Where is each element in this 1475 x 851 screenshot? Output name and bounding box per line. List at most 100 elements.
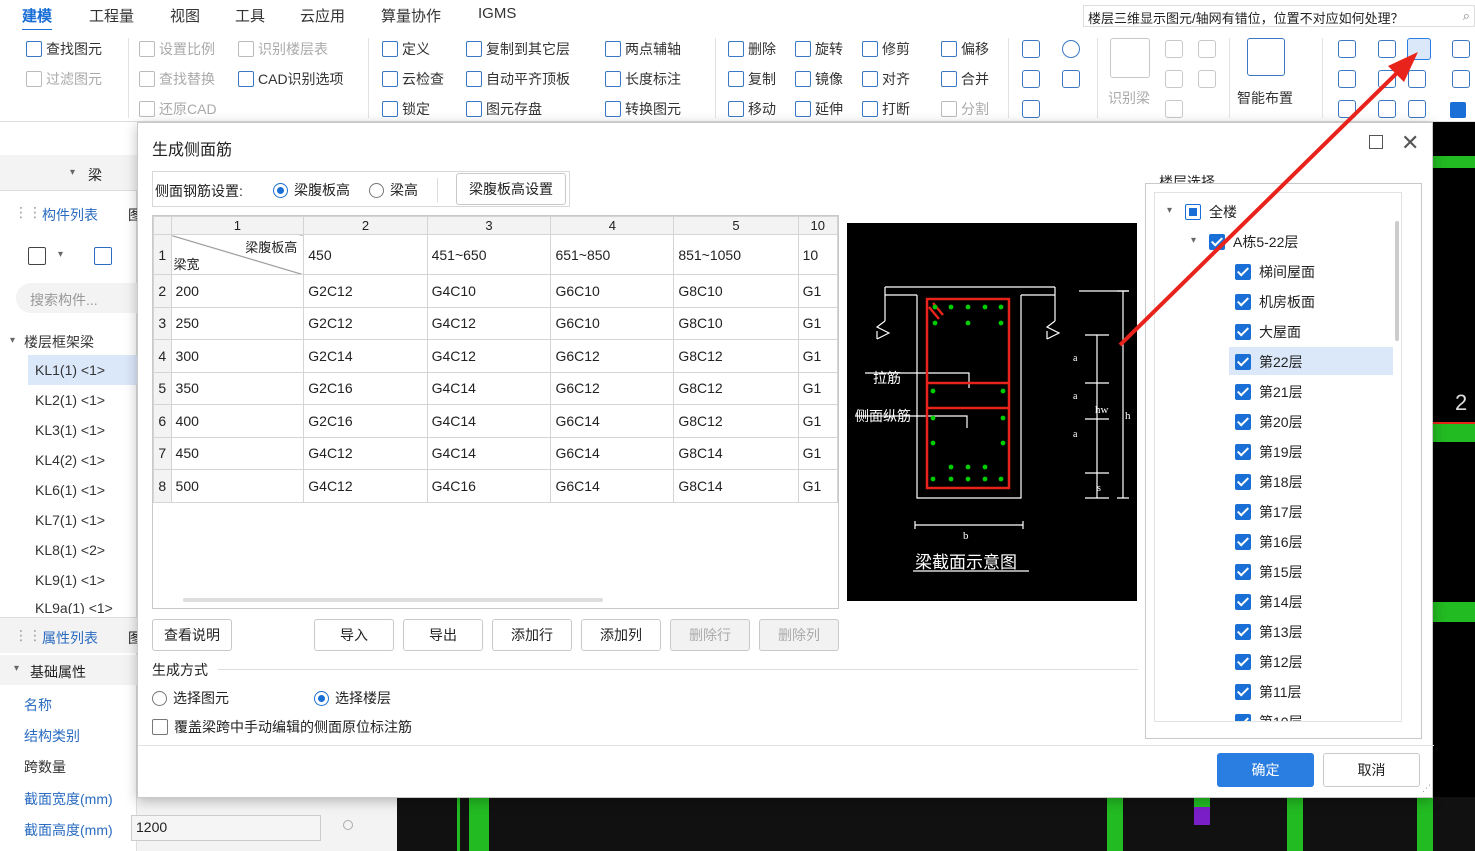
rebar-spec-cell[interactable]: G6C12	[550, 339, 675, 373]
delete-button[interactable]: 删除	[728, 39, 776, 59]
align-button[interactable]: 对齐	[862, 69, 910, 89]
beam-width-cell[interactable]: 400	[170, 404, 305, 438]
menu-tab-modeling[interactable]: 建模	[22, 5, 53, 31]
rebar-spec-cell[interactable]: G4C14	[426, 404, 552, 438]
circle-icon[interactable]	[1062, 40, 1080, 58]
component-type-combo[interactable]: 梁	[88, 165, 102, 185]
overwrite-checkbox[interactable]: 覆盖梁跨中手动编辑的侧面原位标注筋	[152, 717, 412, 737]
display-checkbox[interactable]	[1450, 102, 1466, 118]
find-replace-button[interactable]: 查找替换	[139, 69, 215, 89]
beam-grid-icon[interactable]	[1338, 100, 1356, 118]
offset-button[interactable]: 偏移	[941, 39, 989, 59]
set-scale-button[interactable]: 设置比例	[139, 39, 215, 59]
two-point-axis-button[interactable]: 两点辅轴	[605, 39, 681, 59]
beam-table-icon[interactable]	[1198, 40, 1216, 58]
move-button[interactable]: 移动	[728, 99, 776, 119]
cad-options-button[interactable]: CAD识别选项	[238, 69, 344, 89]
beam-span-icon[interactable]	[1198, 70, 1216, 88]
radio-beam-height[interactable]: 梁高	[369, 180, 418, 200]
floor-item[interactable]: 第22层	[1235, 349, 1303, 375]
drawing-canvas-bottom[interactable]	[397, 797, 1475, 851]
drag-handle-icon[interactable]: ⋮⋮	[14, 204, 42, 221]
radio-select-floor[interactable]: 选择楼层	[314, 688, 391, 708]
rebar-spec-cell[interactable]: G2C16	[303, 404, 428, 438]
identify-beam-icon[interactable]	[1110, 38, 1150, 78]
table-header-cell[interactable]: 450	[303, 234, 428, 275]
beam-table-view-icon[interactable]	[1378, 100, 1396, 118]
list-item[interactable]: KL3(1) <1>	[35, 422, 105, 438]
floor-item[interactable]: 第13层	[1235, 619, 1303, 645]
rebar-spec-cell[interactable]: G8C12	[673, 404, 799, 438]
list-item[interactable]: KL6(1) <1>	[35, 482, 105, 498]
trim-button[interactable]: 修剪	[862, 39, 910, 59]
beam-width-cell[interactable]: 350	[170, 371, 305, 405]
floor-item[interactable]: 第15层	[1235, 559, 1303, 585]
rebar-spec-cell[interactable]: G2C12	[303, 306, 428, 340]
cancel-button[interactable]: 取消	[1323, 753, 1420, 787]
floor-scrollbar[interactable]	[1395, 221, 1399, 341]
generate-side-rebar-icon[interactable]	[1407, 38, 1431, 60]
floor-item[interactable]: 第21层	[1235, 379, 1303, 405]
restore-cad-button[interactable]: 还原CAD	[139, 99, 217, 119]
lock-button[interactable]: 锁定	[382, 99, 430, 119]
floor-tree[interactable]: ▾ 全楼 ▾ A栋5-22层 梯间屋面 机房板面 大屋面 第22层 第21层 第20层 第1…	[1154, 192, 1402, 722]
identify-floor-table-button[interactable]: 识别楼层表	[238, 39, 328, 59]
rebar-spec-cell[interactable]: G4C16	[426, 469, 552, 503]
rebar-spec-cell[interactable]: G1	[797, 436, 838, 470]
point-icon[interactable]	[1022, 40, 1040, 58]
floor-item[interactable]: 第17层	[1235, 499, 1303, 525]
define-button[interactable]: 定义	[382, 39, 430, 59]
length-dimension-button[interactable]: 长度标注	[605, 69, 681, 89]
delete-row-button[interactable]: 删除行	[670, 619, 750, 651]
rebar-spec-cell[interactable]: G6C10	[550, 274, 675, 308]
menu-tab-igms[interactable]: IGMS	[478, 5, 516, 22]
rebar-spec-cell[interactable]: G6C14	[550, 436, 675, 470]
list-item[interactable]: KL2(1) <1>	[35, 392, 105, 408]
beam-width-cell[interactable]: 450	[170, 436, 305, 470]
rebar-spec-cell[interactable]: G2C14	[303, 339, 428, 373]
component-search-input[interactable]: 搜索构件...	[16, 283, 137, 313]
rebar-spec-cell[interactable]: G4C12	[303, 436, 428, 470]
tree-group-label[interactable]: 楼层框架梁	[24, 332, 94, 352]
web-height-setting-button[interactable]: 梁腹板高设置	[456, 173, 566, 205]
resize-grip-icon[interactable]: ⋰	[1422, 783, 1431, 794]
cloud-check-button[interactable]: 云检查	[382, 69, 444, 89]
rebar-spec-cell[interactable]: G1	[797, 339, 838, 373]
filter-element-button[interactable]: 过滤图元	[26, 69, 102, 89]
beam-extra-icon[interactable]	[1452, 40, 1470, 58]
menu-tab-view[interactable]: 视图	[170, 5, 200, 26]
rebar-spec-cell[interactable]: G1	[797, 469, 838, 503]
rebar-spec-cell[interactable]: G1	[797, 274, 838, 308]
floor-item[interactable]: 第12层	[1235, 649, 1303, 675]
table-header-cell[interactable]: 851~1050	[673, 234, 799, 275]
floor-item[interactable]: 第11层	[1235, 679, 1302, 705]
rebar-spec-cell[interactable]: G6C10	[550, 306, 675, 340]
floor-item[interactable]: 梯间屋面	[1235, 259, 1315, 285]
rebar-spec-cell[interactable]: G6C14	[550, 404, 675, 438]
floor-item[interactable]: 第20层	[1235, 409, 1303, 435]
rebar-spec-cell[interactable]: G8C12	[673, 339, 799, 373]
arc-icon[interactable]	[1022, 100, 1040, 118]
floor-item[interactable]: 第16层	[1235, 529, 1303, 555]
table-header-cell[interactable]: 10	[797, 234, 838, 275]
break-button[interactable]: 打断	[862, 99, 910, 119]
rebar-spec-cell[interactable]: G4C12	[426, 339, 552, 373]
list-item[interactable]: KL9a(1) <1>	[35, 600, 113, 614]
rebar-spec-cell[interactable]: G4C12	[426, 306, 552, 340]
element-save-button[interactable]: 图元存盘	[466, 99, 542, 119]
property-height-value[interactable]: 1200	[131, 815, 321, 841]
beam-original-icon[interactable]	[1408, 70, 1426, 88]
chevron-down-icon[interactable]: ▾	[70, 167, 75, 178]
drag-handle-icon[interactable]: ⋮⋮	[14, 627, 42, 644]
beam-support-icon[interactable]	[1378, 70, 1396, 88]
split-button[interactable]: 分割	[941, 99, 989, 119]
smart-layout-label[interactable]: 智能布置	[1237, 88, 1293, 108]
rebar-spec-cell[interactable]: G6C12	[550, 371, 675, 405]
menu-tab-cloud[interactable]: 云应用	[300, 5, 345, 26]
rebar-spec-cell[interactable]: G8C14	[673, 436, 799, 470]
rebar-spec-cell[interactable]: G1	[797, 404, 838, 438]
rebar-spec-cell[interactable]: G4C14	[426, 436, 552, 470]
table-header-cell[interactable]: 651~850	[550, 234, 675, 275]
beam-width-cell[interactable]: 500	[170, 469, 305, 503]
floor-item-all[interactable]: 全楼	[1185, 199, 1237, 225]
